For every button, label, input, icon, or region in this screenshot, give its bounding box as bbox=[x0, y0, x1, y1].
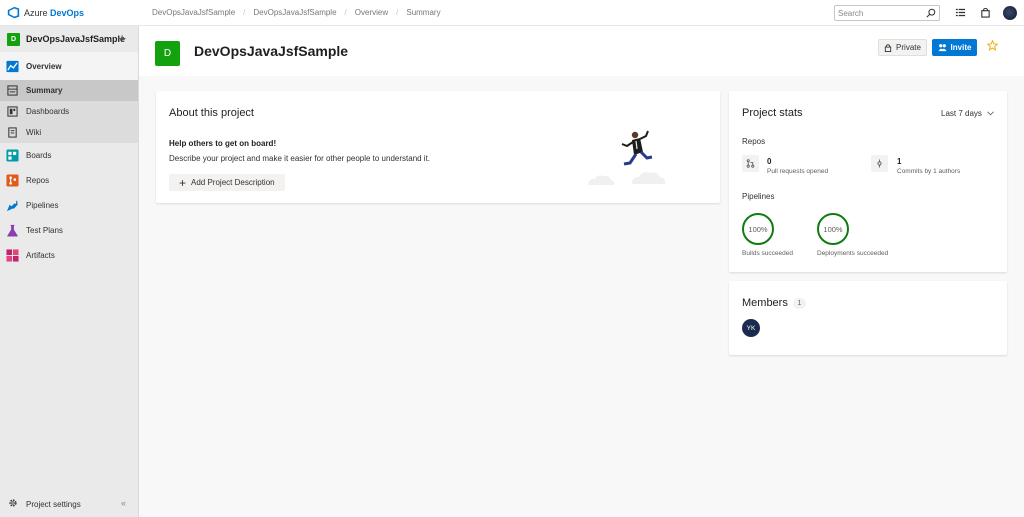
invite-people-icon bbox=[937, 44, 947, 52]
sidebar-item-overview[interactable]: Overview bbox=[0, 52, 138, 80]
app-name: Azure DevOps bbox=[24, 7, 85, 18]
search-icon[interactable] bbox=[926, 8, 936, 18]
breadcrumb-overview[interactable]: Overview bbox=[347, 8, 396, 17]
boards-icon bbox=[6, 149, 19, 162]
members-title: Members bbox=[742, 297, 788, 309]
overview-icon bbox=[6, 60, 19, 73]
about-description: Describe your project and make it easier… bbox=[169, 154, 431, 163]
deployments-succeeded-ring[interactable]: 100% bbox=[817, 213, 849, 245]
azure-devops-logo[interactable]: Azure DevOps bbox=[0, 6, 140, 19]
pipelines-section-label: Pipelines bbox=[742, 192, 775, 201]
member-avatar[interactable]: YK bbox=[742, 319, 760, 337]
gear-icon bbox=[8, 498, 18, 510]
page-title: DevOpsJavaJsfSample bbox=[194, 43, 349, 59]
builds-succeeded-label: Builds succeeded bbox=[742, 250, 793, 257]
top-bar: Azure DevOps DevOpsJavaJsfSample / DevOp… bbox=[0, 0, 1024, 26]
search-box[interactable] bbox=[834, 5, 940, 21]
sidebar-item-label: Artifacts bbox=[26, 251, 55, 260]
sidebar-item-label: Boards bbox=[26, 151, 52, 160]
private-label: Private bbox=[896, 43, 921, 52]
sidebar-item-repos[interactable]: Repos bbox=[0, 168, 138, 193]
project-settings-label: Project settings bbox=[26, 499, 81, 509]
pipelines-icon bbox=[6, 199, 19, 212]
sidebar-item-wiki[interactable]: Wiki bbox=[0, 122, 138, 143]
work-items-icon[interactable] bbox=[955, 7, 966, 18]
sidebar-item-label: Overview bbox=[26, 61, 62, 71]
invite-label: Invite bbox=[950, 43, 972, 52]
breadcrumb: DevOpsJavaJsfSample / DevOpsJavaJsfSampl… bbox=[140, 8, 449, 17]
sidebar-item-label: Pipelines bbox=[26, 201, 59, 210]
pull-requests-label: Pull requests opened bbox=[767, 168, 829, 175]
wiki-icon bbox=[6, 126, 19, 139]
sidebar-item-label: Repos bbox=[26, 176, 50, 185]
add-project-description-button[interactable]: + Add Project Description bbox=[169, 174, 285, 191]
project-badge: D bbox=[7, 32, 20, 46]
project-name: DevOpsJavaJsfSample bbox=[26, 34, 126, 44]
repos-icon bbox=[6, 174, 19, 187]
date-range-label: Last 7 days bbox=[941, 109, 982, 118]
pull-requests-count[interactable]: 0 bbox=[767, 157, 771, 166]
commit-icon bbox=[871, 155, 888, 172]
pull-request-icon bbox=[742, 155, 759, 172]
sidebar-item-pipelines[interactable]: Pipelines bbox=[0, 193, 138, 218]
about-project-card: About this project Help others to get on… bbox=[156, 91, 720, 203]
chevron-down-icon bbox=[987, 111, 994, 116]
private-button[interactable]: Private bbox=[878, 39, 927, 56]
azure-devops-icon bbox=[7, 6, 20, 19]
sidebar-item-label: Summary bbox=[26, 86, 63, 95]
project-stats-card: Project stats Last 7 days Repos 0 Pull r… bbox=[729, 91, 1007, 272]
project-stats-title: Project stats bbox=[742, 107, 803, 119]
jumping-person-illustration bbox=[588, 130, 666, 185]
deployments-succeeded-label: Deployments succeeded bbox=[817, 250, 889, 257]
breadcrumb-project[interactable]: DevOpsJavaJsfSample bbox=[245, 8, 344, 17]
date-range-dropdown[interactable]: Last 7 days bbox=[941, 109, 994, 118]
sidebar-item-label: Dashboards bbox=[26, 107, 70, 116]
about-help-title: Help others to get on board! bbox=[169, 139, 277, 148]
test-plans-icon bbox=[6, 224, 19, 237]
breadcrumb-organization[interactable]: DevOpsJavaJsfSample bbox=[144, 8, 243, 17]
about-title: About this project bbox=[169, 107, 254, 119]
dashboard-icon bbox=[6, 105, 19, 118]
add-project-description-label: Add Project Description bbox=[191, 178, 275, 187]
sidebar-item-summary[interactable]: Summary bbox=[0, 80, 138, 101]
user-avatar[interactable] bbox=[1003, 6, 1017, 20]
sidebar-item-dashboards[interactable]: Dashboards bbox=[0, 101, 138, 122]
sidebar-item-label: Wiki bbox=[26, 128, 42, 137]
members-count-badge: 1 bbox=[793, 298, 806, 309]
breadcrumb-summary[interactable]: Summary bbox=[398, 8, 448, 17]
plus-icon: + bbox=[179, 175, 187, 190]
project-switcher[interactable]: D DevOpsJavaJsfSample + bbox=[0, 26, 138, 52]
invite-button[interactable]: Invite bbox=[932, 39, 977, 56]
search-input[interactable] bbox=[838, 8, 922, 18]
plus-icon[interactable]: + bbox=[118, 31, 126, 45]
commits-label: Commits by 1 authors bbox=[897, 168, 961, 175]
members-card: Members 1 YK bbox=[729, 281, 1007, 355]
sidebar-item-test-plans[interactable]: Test Plans bbox=[0, 218, 138, 243]
commits-count[interactable]: 1 bbox=[897, 157, 901, 166]
repos-section-label: Repos bbox=[742, 137, 766, 146]
project-settings[interactable]: Project settings « bbox=[0, 492, 139, 516]
sidebar-item-label: Test Plans bbox=[26, 226, 63, 235]
summary-icon bbox=[6, 84, 19, 97]
lock-icon bbox=[884, 44, 892, 52]
favorite-star-icon[interactable] bbox=[986, 39, 999, 54]
sidebar: D DevOpsJavaJsfSample + Overview Summary… bbox=[0, 26, 139, 517]
collapse-sidebar-icon[interactable]: « bbox=[121, 498, 126, 508]
sidebar-item-boards[interactable]: Boards bbox=[0, 143, 138, 168]
artifacts-icon bbox=[6, 249, 19, 262]
marketplace-bag-icon[interactable] bbox=[980, 7, 991, 18]
sidebar-item-artifacts[interactable]: Artifacts bbox=[0, 243, 138, 268]
builds-succeeded-ring[interactable]: 100% bbox=[742, 213, 774, 245]
project-header: D DevOpsJavaJsfSample Private Invite bbox=[139, 26, 1024, 76]
project-avatar: D bbox=[155, 41, 180, 66]
